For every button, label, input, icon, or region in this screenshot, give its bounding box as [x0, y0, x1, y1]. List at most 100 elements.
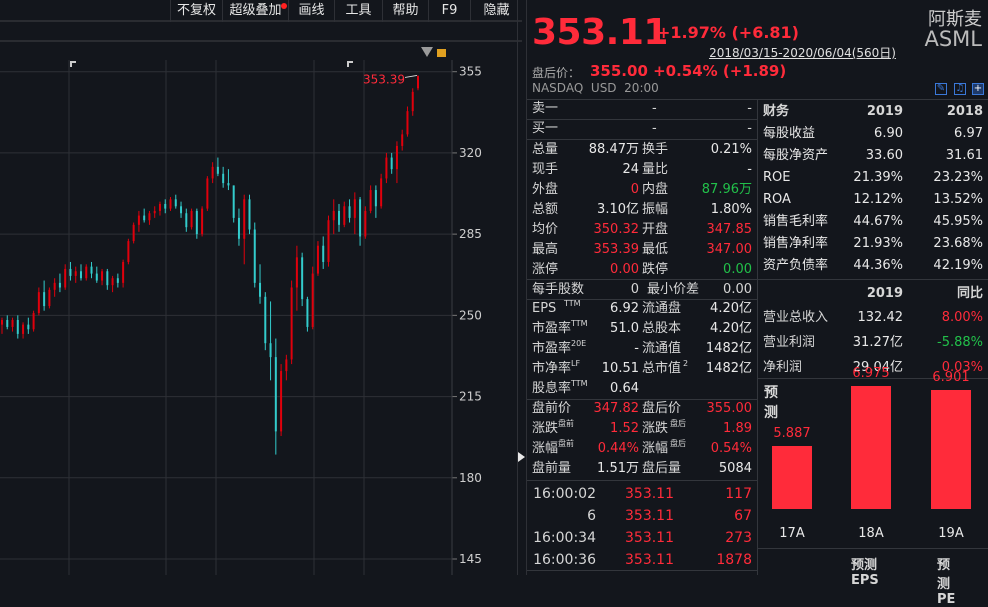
stat-value: 4.20亿	[710, 321, 752, 336]
stat-label: 现手	[532, 162, 559, 177]
candle-body	[232, 185, 235, 218]
stat-value: 0.00	[610, 262, 639, 277]
stat-value: 5084	[718, 461, 752, 476]
tab-forecast-pe[interactable]: 预测PE	[937, 554, 955, 607]
finance-cell: 每股净资产	[763, 148, 829, 163]
candle-body	[327, 220, 330, 262]
candle-body	[269, 343, 272, 358]
edit-icon[interactable]: ✎	[935, 83, 947, 95]
toolbar-button[interactable]: 帮助	[382, 0, 428, 22]
candle-body	[216, 166, 219, 174]
candle-body	[58, 282, 61, 288]
income-header-cell: 同比	[956, 286, 983, 301]
y-tick-label: 145	[459, 552, 482, 566]
finance-cell: 42.19%	[933, 258, 983, 273]
candle-body	[322, 245, 325, 262]
range-dropdown-icon[interactable]	[421, 47, 433, 57]
income-value: 132.42	[857, 310, 904, 325]
tick-price: 353.11	[625, 486, 674, 502]
stat-label: 均价	[532, 222, 559, 237]
candle-body	[85, 266, 88, 279]
finance-cell: 44.36%	[853, 258, 903, 273]
forecast-bar-label: 17A	[779, 526, 805, 541]
candle-body	[22, 324, 25, 334]
candle-body	[111, 278, 114, 286]
candle-body	[185, 213, 188, 228]
candle-body	[259, 282, 262, 297]
candle-body	[380, 178, 383, 207]
forecast-bar-value: 6.975	[852, 366, 890, 382]
candle-body	[401, 134, 404, 146]
stat-row: 外盘 0 内盘 87.96万	[527, 180, 757, 200]
tick-row: 16:00:36 353.11 1878	[527, 550, 757, 570]
toolbar-button[interactable]: F9	[428, 0, 470, 22]
panel-divider[interactable]	[517, 0, 527, 575]
stat-label: 涨跌	[642, 421, 669, 436]
toolbar-button[interactable]: 画线	[288, 0, 334, 22]
candle-body	[190, 210, 193, 228]
candle-body	[132, 224, 135, 242]
candle-body	[148, 213, 151, 221]
stat-value: 1.80%	[710, 202, 752, 217]
candle-body	[90, 266, 93, 274]
stat-value: 1482亿	[705, 341, 752, 356]
candle-body	[222, 173, 225, 184]
finance-cell: 每股收益	[763, 126, 816, 141]
candle-body	[311, 273, 314, 327]
candle-body	[369, 190, 372, 211]
stat-label: 开盘	[642, 222, 669, 237]
candle-body	[106, 271, 109, 286]
tick-price: 353.11	[625, 552, 674, 568]
candle-body	[32, 313, 35, 330]
candle-body	[359, 199, 362, 237]
y-tick-label: 215	[459, 390, 482, 404]
finance-cell: 31.61	[945, 148, 983, 163]
finance-cell: 21.39%	[853, 170, 903, 185]
finance-cell: 23.23%	[933, 170, 983, 185]
lock-icon[interactable]	[437, 49, 446, 57]
stat-value: 0	[630, 182, 639, 197]
finance-cell: 资产负债率	[763, 258, 829, 273]
stat-superscript: 20E	[571, 339, 587, 348]
candle-body	[43, 292, 46, 307]
candle-body	[295, 257, 298, 288]
stat-value: 1.51万	[597, 461, 639, 476]
y-tick-label: 180	[459, 471, 482, 485]
stat-value: 0.64	[610, 381, 639, 396]
candle-body	[1, 319, 3, 325]
candle-body	[137, 215, 140, 225]
stat-superscript: TTM	[571, 319, 588, 328]
stat-label: 换手	[642, 142, 669, 157]
add-icon[interactable]: +	[972, 83, 984, 95]
toolbar-button[interactable]: 隐藏	[470, 0, 522, 22]
marker-icon	[70, 61, 76, 67]
finance-cell: 6.97	[954, 126, 983, 141]
finance-row: 销售毛利率 44.67% 45.95%	[763, 211, 985, 233]
candle-body	[301, 257, 304, 300]
candle-body	[411, 91, 414, 112]
forecast-bar-label: 18A	[858, 526, 884, 541]
stat-value: 1482亿	[705, 361, 752, 376]
divider	[758, 279, 988, 280]
candle-body	[353, 199, 356, 218]
alert-bell-icon[interactable]: ♫	[954, 83, 966, 95]
toolbar-button[interactable]: 工具	[334, 0, 382, 22]
notification-dot	[281, 3, 287, 9]
stat-value: 4.20亿	[710, 301, 752, 316]
candle-body	[253, 229, 256, 283]
candlestick-chart[interactable]: 355 320 285 250 215 180 145 353.39	[0, 60, 517, 575]
order-label: 买一	[532, 121, 559, 136]
finance-header-cell: 2019	[866, 104, 903, 119]
candle-body	[385, 157, 388, 179]
expand-arrow-icon[interactable]	[518, 452, 525, 462]
candle-body	[374, 190, 377, 207]
order-book-row: 卖一 - -	[527, 99, 757, 119]
finance-cell: 21.93%	[853, 236, 903, 251]
toolbar-button[interactable]: 超级叠加	[222, 0, 288, 22]
candle-body	[264, 296, 267, 344]
stat-label: 跌停	[642, 262, 669, 277]
divider	[758, 548, 988, 549]
tab-forecast-eps[interactable]: 预测EPS	[851, 554, 879, 588]
toolbar-button[interactable]: 不复权	[170, 0, 222, 22]
tick-price: 353.11	[625, 508, 674, 524]
